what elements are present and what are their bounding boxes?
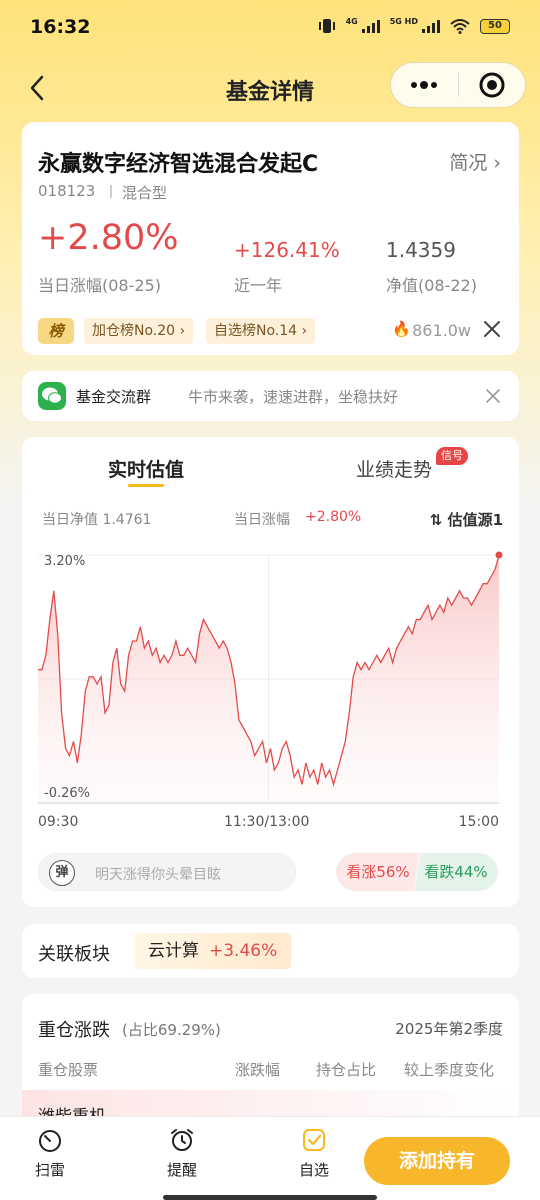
sector-name: 云计算 [148,941,199,961]
bottom-tab-bar: 扫雷 提醒 自选 添加持有 [0,1116,540,1200]
fund-code: 018123 [38,182,96,200]
tab-label: 提醒 [166,1161,197,1179]
tab-label: 自选 [298,1161,329,1179]
close-icon[interactable] [481,318,503,340]
holdings-quarter[interactable]: 2025年第2季度 [395,1018,503,1039]
holdings-header[interactable]: 持仓占比 [316,1059,376,1080]
alarm-clock-icon [171,1129,193,1151]
status-icons: 4G 5G HD 50 [318,16,510,34]
add-holding-button[interactable]: 添加持有 [364,1137,510,1185]
holdings-card: 重仓涨跌 (占比69.29%) 2025年第2季度 重仓股票 涨跌幅 持仓占比 … [22,994,519,1130]
more-dots-icon [411,81,438,89]
danmu-placeholder: 明天涨得你头晕目眩 [95,867,221,883]
x-tick-label: 11:30/13:00 [224,814,310,830]
tab-minesweep[interactable]: 扫雷 [20,1127,80,1180]
tab-reminder[interactable]: 提醒 [152,1127,212,1180]
signal-icon [361,19,380,33]
target-icon [479,72,505,98]
status-bar: 16:32 4G 5G HD 50 [0,0,540,56]
close-miniapp-button[interactable] [459,62,526,108]
estimate-chart[interactable]: 3.20% -0.26% [22,537,519,812]
sector-change: +3.46% [209,941,278,961]
chevron-right-icon: › [493,152,501,174]
group-desc: 牛市来袭，速速进群，坐稳扶好 [188,388,399,406]
chart-last-point [495,551,503,559]
close-icon[interactable] [485,388,501,404]
sector-title: 关联板块 [38,944,110,965]
holdings-ratio: (占比69.29%) [122,1021,221,1039]
wifi-icon [450,19,470,34]
battery-icon: 50 [480,18,510,34]
sector-chip[interactable]: 云计算 +3.46% [134,933,292,969]
estimate-source-label: 估值源1 [447,511,503,529]
more-button[interactable] [391,62,458,108]
x-tick-label: 15:00 [458,814,499,830]
vibrate-icon [318,19,335,33]
fund-brief-label: 简况 [449,152,488,174]
group-banner[interactable]: 基金交流群 牛市来袭，速速进群，坐稳扶好 [22,371,519,421]
estimate-source-button[interactable]: ⇅ 估值源1 [430,509,503,530]
tab-realtime-estimate[interactable]: 实时估值 [108,455,184,482]
holdings-header[interactable]: 涨跌幅 [235,1059,280,1080]
day-change-value: +2.80% [38,218,179,258]
wechat-icon [38,382,66,410]
vote-down-button[interactable]: 看跌44% [414,853,498,891]
fund-type: 混合型 [122,184,168,202]
fund-name: 永赢数字经济智选混合发起C [38,152,319,177]
year-change-label: 近一年 [234,276,283,295]
status-time: 16:32 [30,16,91,38]
signal-badge: 信号 [436,447,468,465]
day-change-label: 当日涨幅(08-25) [38,276,161,295]
sort-icon: ⇅ [429,511,443,529]
fire-icon: 🔥 [392,320,411,338]
rank-chip-label: 加仓榜No.20 [92,323,176,339]
holdings-header: 重仓股票 [38,1061,99,1079]
signal-label-2: 5G HD [389,16,418,26]
rank-chip-add[interactable]: 加仓榜No.20 › [84,318,194,344]
holdings-header[interactable]: 较上季度变化 [404,1059,494,1080]
year-change-value: +126.41% [234,238,340,262]
tab-label: 扫雷 [34,1161,65,1179]
estimate-nav: 当日净值 1.4761 [42,512,152,528]
holdings-title: 重仓涨跌 [38,1020,110,1041]
signal-label-1: 4G [345,16,358,26]
home-indicator [163,1195,377,1200]
divider [110,185,112,198]
related-sector-card: 关联板块 云计算 +3.46% [22,924,519,978]
chart-card: 实时估值 业绩走势 信号 当日净值 1.4761 当日涨幅 +2.80% ⇅ 估… [22,437,519,907]
y-tick-label: 3.20% [44,554,85,569]
fund-summary-card: 永赢数字经济智选混合发起C 简况 › 018123 混合型 +2.80% 当日涨… [22,122,519,355]
signal-icon-2 [422,19,440,33]
checkbox-checked-icon [303,1129,325,1151]
nav-bar: 基金详情 [0,58,540,118]
estimate-change-label: 当日涨幅 [234,512,290,528]
x-tick-label: 09:30 [38,814,79,830]
heat-value: 861.0w [412,321,471,340]
estimate-change-value: +2.80% [305,509,362,525]
group-title: 基金交流群 [76,388,152,406]
rank-icon: 榜 [38,318,74,344]
rank-chip-label: 自选榜No.14 [214,323,298,339]
tab-underline [128,484,164,487]
nav-value: 1.4359 [386,238,456,262]
danmu-icon[interactable]: 弹 [49,860,75,886]
nav-label: 净值(08-22) [386,276,477,295]
danmu-input[interactable]: 弹 明天涨得你头晕目眩 [38,853,296,891]
y-tick-label: -0.26% [44,786,90,801]
tab-watchlist[interactable]: 自选 [284,1127,344,1180]
fund-brief-link[interactable]: 简况 › [449,148,501,175]
tab-performance-trend[interactable]: 业绩走势 [356,455,432,482]
timer-icon [39,1130,61,1152]
miniapp-capsule [390,62,526,108]
rank-chip-watch[interactable]: 自选榜No.14 › [206,318,316,344]
vote-up-button[interactable]: 看涨56% [336,853,420,891]
